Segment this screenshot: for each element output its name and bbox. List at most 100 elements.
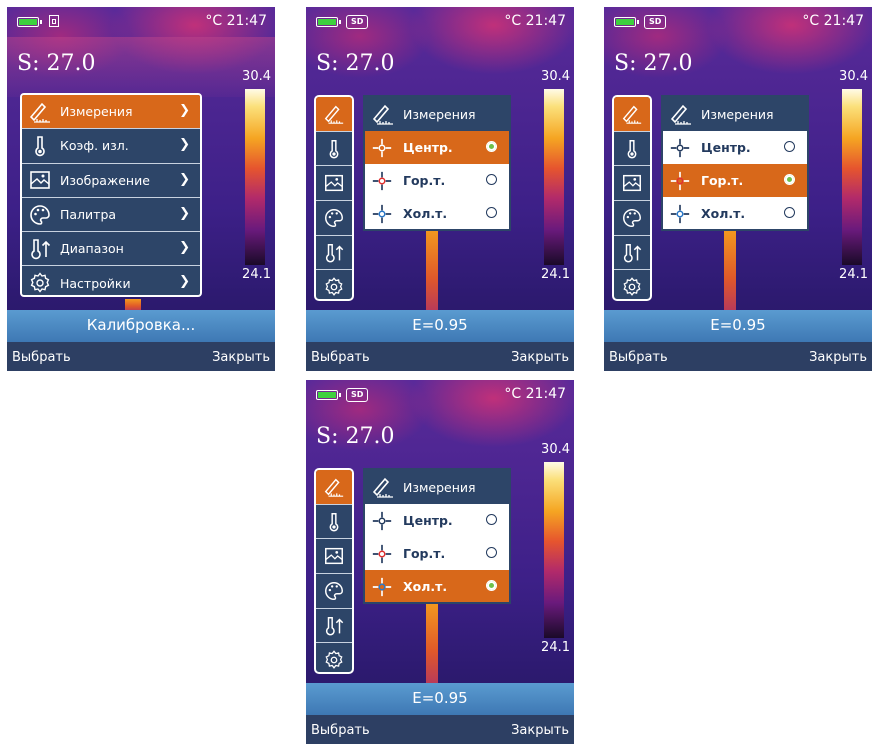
hot-point-icon <box>372 544 392 563</box>
thermometer-icon <box>329 512 339 531</box>
rail-palette[interactable] <box>316 574 352 609</box>
clock: °C 21:47 <box>504 386 566 402</box>
rail-image[interactable] <box>316 539 352 575</box>
rail-palette[interactable] <box>614 201 650 236</box>
menu-item-range[interactable]: Диапазон ❯ <box>22 232 200 267</box>
sd-card-icon: SD <box>346 15 369 29</box>
menu-item-settings[interactable]: Настройки ❯ <box>22 266 200 295</box>
menu-item-image[interactable]: Изображение ❯ <box>22 164 200 198</box>
option-cold[interactable]: Хол.т. <box>663 197 807 229</box>
radio-unselected[interactable] <box>486 547 497 558</box>
close-button[interactable]: Закрыть <box>809 350 867 365</box>
thermometer-icon <box>35 136 45 157</box>
center-point-icon <box>372 138 392 157</box>
scale-min: 24.1 <box>839 267 868 282</box>
menu-item-label: Изображение <box>60 172 150 188</box>
rail-range[interactable] <box>316 609 352 644</box>
thermal-hotspot <box>724 229 736 311</box>
emissivity-text: E=0.95 <box>710 316 766 334</box>
radio-unselected[interactable] <box>784 141 795 152</box>
scale-min: 24.1 <box>242 267 271 282</box>
rail-settings[interactable] <box>614 270 650 299</box>
close-button[interactable]: Закрыть <box>212 350 270 365</box>
chevron-right-icon: ❯ <box>179 103 190 118</box>
measure-icon <box>324 478 344 497</box>
select-button[interactable]: Выбрать <box>311 350 370 365</box>
image-icon <box>623 175 641 192</box>
radio-selected[interactable] <box>784 174 795 185</box>
rail-range[interactable] <box>614 236 650 271</box>
rail-emissivity[interactable] <box>614 132 650 167</box>
emissivity-text: E=0.95 <box>412 316 468 334</box>
rail-settings[interactable] <box>316 270 352 299</box>
close-button[interactable]: Закрыть <box>511 723 569 738</box>
rail-image[interactable] <box>316 166 352 202</box>
radio-unselected[interactable] <box>486 514 497 525</box>
option-cold[interactable]: Хол.т. <box>365 197 509 229</box>
chevron-right-icon: ❯ <box>179 240 190 256</box>
option-center[interactable]: Центр. <box>365 504 509 537</box>
center-point-icon <box>670 138 690 157</box>
radio-unselected[interactable] <box>486 174 497 185</box>
option-hot[interactable]: Гор.т. <box>365 537 509 570</box>
screen-main-menu: °C 21:47 S: 27.0 30.4 24.1 Измерения ❯ К… <box>7 7 275 371</box>
select-button[interactable]: Выбрать <box>311 723 370 738</box>
scale-max: 30.4 <box>839 69 868 84</box>
footer-bar: Выбрать Закрыть <box>306 715 574 744</box>
spot-temperature: S: 27.0 <box>316 51 395 76</box>
rail-measurements[interactable] <box>316 97 352 132</box>
measure-icon <box>670 104 691 125</box>
footer-bar: Выбрать Закрыть <box>604 342 872 371</box>
submenu-header: Измерения <box>365 97 509 131</box>
menu-item-label: Диапазон <box>60 241 124 257</box>
select-button[interactable]: Выбрать <box>609 350 668 365</box>
range-icon <box>31 239 51 260</box>
image-icon <box>325 175 343 192</box>
radio-unselected[interactable] <box>486 207 497 218</box>
menu-item-emissivity[interactable]: Коэф. изл. ❯ <box>22 129 200 164</box>
rail-image[interactable] <box>614 166 650 202</box>
option-center[interactable]: Центр. <box>365 131 509 164</box>
rail-palette[interactable] <box>316 201 352 236</box>
radio-unselected[interactable] <box>784 207 795 218</box>
measure-icon <box>372 104 393 125</box>
measure-icon <box>324 105 344 124</box>
color-scale-bar <box>544 462 564 638</box>
menu-item-palette[interactable]: Палитра ❯ <box>22 198 200 233</box>
menu-item-measurements[interactable]: Измерения ❯ <box>22 95 200 130</box>
battery-icon <box>17 17 42 27</box>
calibration-text: Калибровка... <box>86 316 196 334</box>
option-hot[interactable]: Гор.т. <box>663 164 807 197</box>
rail-settings[interactable] <box>316 643 352 672</box>
emissivity-band: E=0.95 <box>306 683 574 715</box>
rail-emissivity[interactable] <box>316 132 352 167</box>
option-label: Гор.т. <box>403 173 446 188</box>
calibration-band: Калибровка... <box>7 310 275 342</box>
hot-point-icon <box>372 171 392 190</box>
option-label: Центр. <box>403 513 453 528</box>
option-center[interactable]: Центр. <box>663 131 807 164</box>
select-button[interactable]: Выбрать <box>12 350 71 365</box>
rail-measurements[interactable] <box>316 470 352 505</box>
radio-selected[interactable] <box>486 141 497 152</box>
option-label: Хол.т. <box>403 206 448 221</box>
rail-emissivity[interactable] <box>316 505 352 540</box>
scale-max: 30.4 <box>541 442 570 457</box>
spot-temperature: S: 27.0 <box>17 51 96 76</box>
close-button[interactable]: Закрыть <box>511 350 569 365</box>
status-bar: SD °C 21:47 <box>316 13 566 31</box>
rail-range[interactable] <box>316 236 352 271</box>
cold-point-icon <box>670 204 690 223</box>
thermometer-icon <box>627 139 637 158</box>
clock: °C 21:47 <box>504 13 566 29</box>
option-cold[interactable]: Хол.т. <box>365 570 509 602</box>
rail-measurements[interactable] <box>614 97 650 132</box>
scale-max: 30.4 <box>541 69 570 84</box>
scale-min: 24.1 <box>541 640 570 655</box>
range-icon <box>623 243 642 262</box>
menu-item-label: Коэф. изл. <box>60 138 129 154</box>
option-hot[interactable]: Гор.т. <box>365 164 509 197</box>
submenu-header: Измерения <box>663 97 807 131</box>
save-icon <box>49 15 59 27</box>
radio-selected[interactable] <box>486 580 497 591</box>
